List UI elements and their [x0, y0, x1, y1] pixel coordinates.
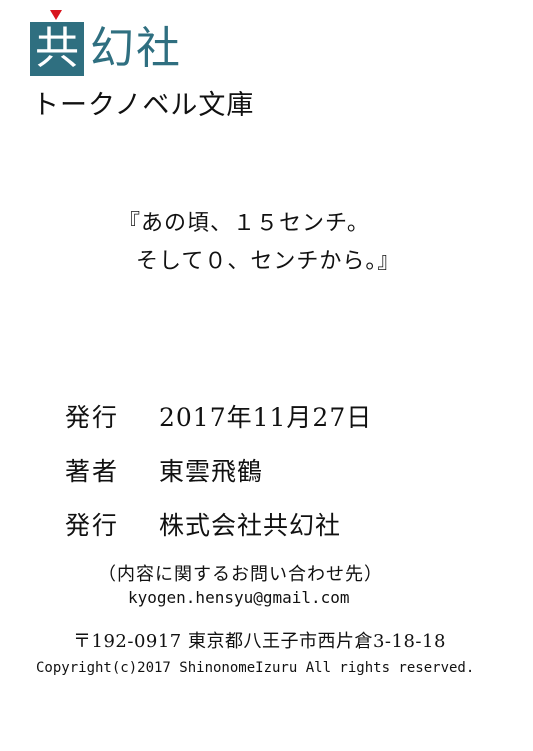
postal-address: 〒192-0917 東京都八王子市西片倉3-18-18 — [73, 631, 446, 652]
copyright-notice: Copyright(c)2017 ShinonomeIzuru All righ… — [36, 660, 475, 676]
logo-marker-icon — [50, 10, 62, 20]
imprint-label: トークノベル文庫 — [32, 90, 255, 121]
logo-box: 共 — [30, 22, 84, 76]
book-title-line-2: そして０、センチから。』 — [136, 249, 401, 274]
contact-email: kyogen.hensyu@gmail.com — [128, 588, 350, 607]
book-title-line-1: 『あの頃、１５センチ。 — [118, 211, 370, 236]
publisher-label: 発行 — [65, 511, 120, 540]
publisher-logo: 共 幻社 — [30, 8, 250, 78]
publisher-value: 株式会社共幻社 — [159, 511, 342, 540]
publish-date-label: 発行 — [65, 403, 120, 432]
publish-date-value: 2017年11月27日 — [159, 403, 373, 432]
contact-label: （内容に関するお問い合わせ先） — [98, 564, 383, 585]
author-value: 東雲飛鶴 — [159, 457, 264, 486]
author-label: 著者 — [65, 457, 120, 486]
logo-text: 幻社 — [90, 23, 182, 74]
